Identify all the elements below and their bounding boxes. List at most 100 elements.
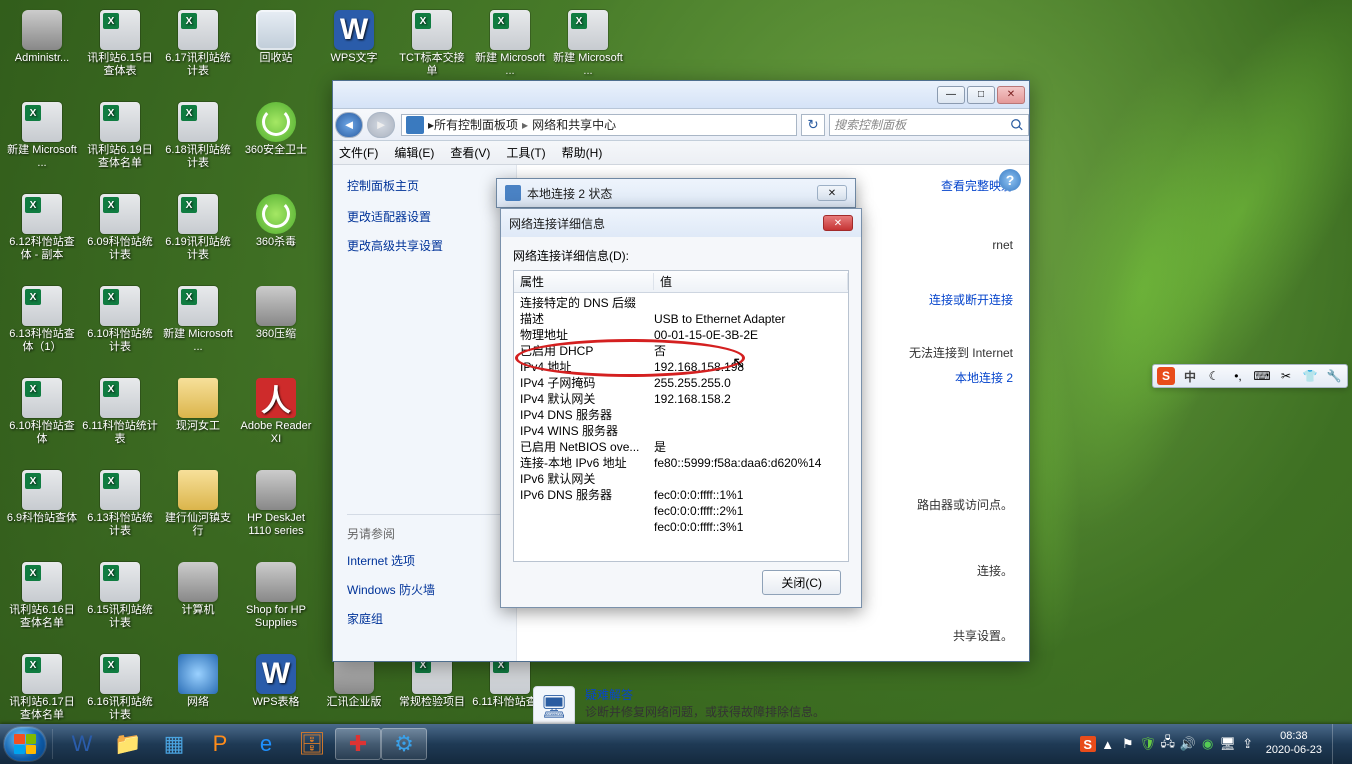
desktop-icon[interactable]: 360压缩: [238, 284, 314, 370]
status-close-button[interactable]: ✕: [817, 185, 847, 201]
window-titlebar[interactable]: — □ ✕: [333, 81, 1029, 109]
desktop-icon[interactable]: 6.13科怡站查体（1）: [4, 284, 80, 370]
desktop-icon[interactable]: 计算机: [160, 560, 236, 646]
property-row[interactable]: 连接-本地 IPv6 地址fe80::5999:f58a:daa6:d620%1…: [514, 455, 848, 471]
tray-up-icon[interactable]: ▲: [1100, 736, 1116, 752]
desktop-icon[interactable]: 回收站: [238, 8, 314, 94]
property-row[interactable]: IPv4 地址192.168.158.198: [514, 359, 848, 375]
see-link-internet-options[interactable]: Internet 选项: [347, 552, 502, 569]
taskbar[interactable]: W 📁 ▦ P e 🗄 ✚ ⚙ S ▲ ⚑ 🛡 🖧 🔊 ◉ 🖥 ⇪ 08:38 …: [0, 724, 1352, 764]
desktop-icon[interactable]: 讯利站6.15日查体表: [82, 8, 158, 94]
desktop-icon[interactable]: 6.17讯利站统计表: [160, 8, 236, 94]
taskbar-pin-ie[interactable]: e: [243, 728, 289, 760]
back-button[interactable]: ◄: [335, 112, 363, 138]
see-link-homegroup[interactable]: 家庭组: [347, 610, 502, 627]
menu-item[interactable]: 帮助(H): [562, 144, 603, 161]
desktop-icon[interactable]: 6.15讯利站统计表: [82, 560, 158, 646]
ime-punct-icon[interactable]: •,: [1229, 367, 1247, 385]
property-row[interactable]: 描述USB to Ethernet Adapter: [514, 311, 848, 327]
desktop-icon[interactable]: Shop for HP Supplies: [238, 560, 314, 646]
maximize-button[interactable]: □: [967, 86, 995, 104]
menu-bar[interactable]: 文件(F) 编辑(E) 查看(V) 工具(T) 帮助(H): [333, 141, 1029, 165]
desktop-icon[interactable]: 6.18讯利站统计表: [160, 100, 236, 186]
ime-toolbar[interactable]: S 中 ☾ •, ⌨ ✂ 👕 🔧: [1152, 364, 1348, 388]
menu-item[interactable]: 文件(F): [339, 144, 378, 161]
close-button[interactable]: ✕: [997, 86, 1025, 104]
show-desktop-button[interactable]: [1332, 724, 1342, 764]
desktop-icon[interactable]: Administr...: [4, 8, 80, 94]
troubleshoot-section[interactable]: 🖥 疑难解答 诊断并修复网络问题，或获得故障排除信息。: [533, 686, 1013, 728]
desktop-icon[interactable]: 新建 Microsoft ...: [160, 284, 236, 370]
desktop-icon[interactable]: 6.11科怡站统计表: [82, 376, 158, 462]
details-close-button[interactable]: ✕: [823, 215, 853, 231]
tray-usb-icon[interactable]: ⇪: [1240, 736, 1256, 752]
property-row[interactable]: IPv6 DNS 服务器fec0:0:0:ffff::1%1: [514, 487, 848, 503]
desktop-icon[interactable]: 现河女工: [160, 376, 236, 462]
ime-scissors-icon[interactable]: ✂: [1277, 367, 1295, 385]
property-row[interactable]: 已启用 DHCP否: [514, 343, 848, 359]
sidebar-home[interactable]: 控制面板主页: [347, 177, 502, 194]
taskbar-pin-app1[interactable]: ▦: [151, 728, 197, 760]
details-dialog-titlebar[interactable]: 网络连接详细信息 ✕: [501, 209, 861, 237]
taskbar-pin-wps[interactable]: W: [59, 728, 105, 760]
menu-item[interactable]: 工具(T): [506, 144, 545, 161]
menu-item[interactable]: 编辑(E): [394, 144, 434, 161]
desktop-icon[interactable]: HP DeskJet 1110 series: [238, 468, 314, 554]
taskbar-app-control-panel[interactable]: ⚙: [381, 728, 427, 760]
property-row[interactable]: 已启用 NetBIOS ove...是: [514, 439, 848, 455]
property-row[interactable]: fec0:0:0:ffff::3%1: [514, 519, 848, 535]
header-value[interactable]: 值: [654, 273, 848, 290]
desktop-icon[interactable]: 6.10科怡站统计表: [82, 284, 158, 370]
desktop-icon[interactable]: 6.12科怡站查体 - 副本: [4, 192, 80, 278]
desktop-icon[interactable]: 6.09科怡站统计表: [82, 192, 158, 278]
desktop-icon[interactable]: 6.13科怡站统计表: [82, 468, 158, 554]
desktop-icon[interactable]: 讯利站6.16日查体名单: [4, 560, 80, 646]
property-row[interactable]: fec0:0:0:ffff::2%1: [514, 503, 848, 519]
forward-button[interactable]: ►: [367, 112, 395, 138]
start-button[interactable]: [4, 727, 46, 761]
tray-network-icon[interactable]: 🖧: [1160, 736, 1176, 752]
tray-flag-icon[interactable]: ⚑: [1120, 736, 1136, 752]
sidebar-adapter-settings[interactable]: 更改适配器设置: [347, 208, 502, 225]
property-row[interactable]: IPv4 DNS 服务器: [514, 407, 848, 423]
status-dialog-titlebar[interactable]: 本地连接 2 状态 ✕: [497, 179, 855, 207]
desktop-icon[interactable]: 6.10科怡站查体: [4, 376, 80, 462]
property-list[interactable]: 属性 值 连接特定的 DNS 后缀描述USB to Ethernet Adapt…: [513, 270, 849, 562]
search-input[interactable]: 搜索控制面板: [829, 114, 1029, 136]
minimize-button[interactable]: —: [937, 86, 965, 104]
taskbar-pin-explorer[interactable]: 📁: [105, 728, 151, 760]
connection-status-dialog[interactable]: 本地连接 2 状态 ✕: [496, 178, 856, 208]
tray-volume-icon[interactable]: 🔊: [1180, 736, 1196, 752]
sidebar-sharing-settings[interactable]: 更改高级共享设置: [347, 237, 502, 254]
taskbar-clock[interactable]: 08:38 2020-06-23: [1266, 730, 1322, 758]
menu-item[interactable]: 查看(V): [450, 144, 490, 161]
tray-monitor-icon[interactable]: 🖥: [1220, 736, 1236, 752]
taskbar-pin-app2[interactable]: P: [197, 728, 243, 760]
property-row[interactable]: 连接特定的 DNS 后缀: [514, 295, 848, 311]
desktop-icon[interactable]: 新建 Microsoft ...: [4, 100, 80, 186]
ime-sogou-icon[interactable]: S: [1157, 367, 1175, 385]
desktop-icon[interactable]: 6.19讯利站统计表: [160, 192, 236, 278]
troubleshoot-link[interactable]: 疑难解答: [585, 686, 825, 703]
connection-details-dialog[interactable]: 网络连接详细信息 ✕ 网络连接详细信息(D): 属性 值 连接特定的 DNS 后…: [500, 208, 862, 608]
tray-sogou-icon[interactable]: S: [1080, 736, 1096, 752]
property-row[interactable]: IPv4 默认网关192.168.158.2: [514, 391, 848, 407]
property-row[interactable]: 物理地址00-01-15-0E-3B-2E: [514, 327, 848, 343]
taskbar-pin-app3[interactable]: 🗄: [289, 728, 335, 760]
property-row[interactable]: IPv4 子网掩码255.255.255.0: [514, 375, 848, 391]
ime-skin-icon[interactable]: 👕: [1301, 367, 1319, 385]
refresh-button[interactable]: ↻: [801, 114, 825, 136]
breadcrumb-current[interactable]: 网络和共享中心: [532, 116, 616, 133]
desktop-icon[interactable]: 讯利站6.19日查体名单: [82, 100, 158, 186]
property-row[interactable]: IPv4 WINS 服务器: [514, 423, 848, 439]
ime-keyboard-icon[interactable]: ⌨: [1253, 367, 1271, 385]
taskbar-app-medical[interactable]: ✚: [335, 728, 381, 760]
desktop-icon[interactable]: 360安全卫士: [238, 100, 314, 186]
ime-settings-icon[interactable]: 🔧: [1325, 367, 1343, 385]
see-link-firewall[interactable]: Windows 防火墙: [347, 581, 502, 598]
desktop-icon[interactable]: 360杀毒: [238, 192, 314, 278]
help-icon[interactable]: ?: [999, 169, 1021, 191]
desktop-icon[interactable]: 6.9科怡站查体: [4, 468, 80, 554]
desktop-icon[interactable]: 建行仙河镇支行: [160, 468, 236, 554]
breadcrumb-root[interactable]: 所有控制面板项: [434, 116, 518, 133]
